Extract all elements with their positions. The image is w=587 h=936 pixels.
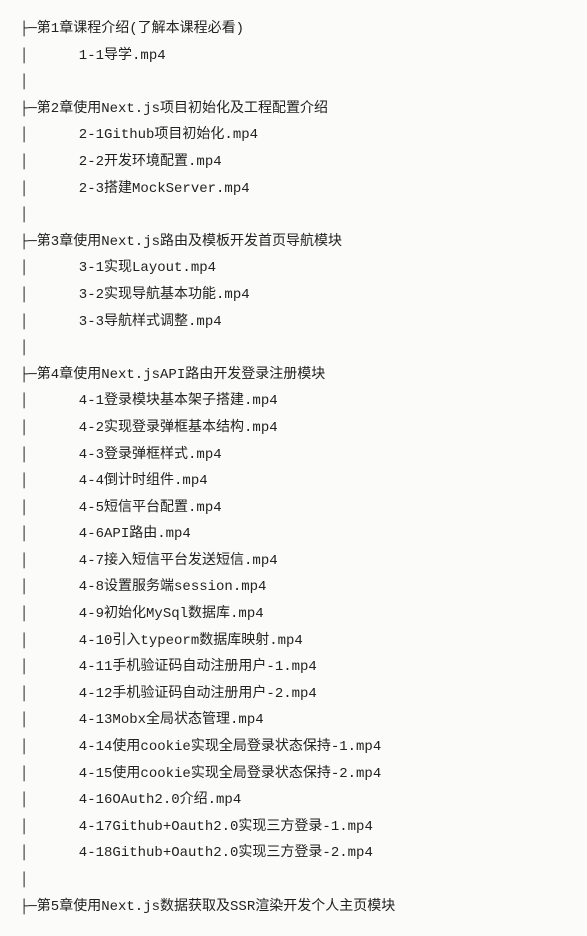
file-item: │ 2-3搭建MockServer.mp4 (20, 176, 567, 203)
file-item: │ 3-3导航样式调整.mp4 (20, 309, 567, 336)
file-item: │ 4-13Mobx全局状态管理.mp4 (20, 707, 567, 734)
file-item: │ 4-12手机验证码自动注册用户-2.mp4 (20, 681, 567, 708)
chapter-heading: ├─第1章课程介绍(了解本课程必看) (20, 16, 567, 43)
file-item: │ 4-4倒计时组件.mp4 (20, 468, 567, 495)
file-item: │ 4-8设置服务端session.mp4 (20, 574, 567, 601)
chapter-heading: ├─第3章使用Next.js路由及模板开发首页导航模块 (20, 229, 567, 256)
file-item: │ 4-14使用cookie实现全局登录状态保持-1.mp4 (20, 734, 567, 761)
tree-spacer: │ (20, 202, 567, 229)
chapter-heading: ├─第4章使用Next.jsAPI路由开发登录注册模块 (20, 362, 567, 389)
file-item: │ 3-2实现导航基本功能.mp4 (20, 282, 567, 309)
file-item: │ 4-18Github+Oauth2.0实现三方登录-2.mp4 (20, 840, 567, 867)
file-item: │ 4-3登录弹框样式.mp4 (20, 442, 567, 469)
file-item: │ 4-5短信平台配置.mp4 (20, 495, 567, 522)
tree-spacer: │ (20, 69, 567, 96)
file-item: │ 4-17Github+Oauth2.0实现三方登录-1.mp4 (20, 814, 567, 841)
file-item: │ 4-10引入typeorm数据库映射.mp4 (20, 628, 567, 655)
file-item: │ 4-2实现登录弹框基本结构.mp4 (20, 415, 567, 442)
file-item: │ 4-1登录模块基本架子搭建.mp4 (20, 388, 567, 415)
file-item: │ 3-1实现Layout.mp4 (20, 255, 567, 282)
file-item: │ 4-9初始化MySql数据库.mp4 (20, 601, 567, 628)
file-item: │ 4-16OAuth2.0介绍.mp4 (20, 787, 567, 814)
file-item: │ 4-6API路由.mp4 (20, 521, 567, 548)
file-item: │ 4-7接入短信平台发送短信.mp4 (20, 548, 567, 575)
file-item: │ 4-11手机验证码自动注册用户-1.mp4 (20, 654, 567, 681)
file-item: │ 2-1Github项目初始化.mp4 (20, 122, 567, 149)
file-item: │ 1-1导学.mp4 (20, 43, 567, 70)
tree-spacer: │ (20, 335, 567, 362)
chapter-heading: ├─第5章使用Next.js数据获取及SSR渲染开发个人主页模块 (20, 894, 567, 921)
file-item: │ 2-2开发环境配置.mp4 (20, 149, 567, 176)
directory-tree: ├─第1章课程介绍(了解本课程必看)│ 1-1导学.mp4│├─第2章使用Nex… (20, 16, 567, 920)
file-item: │ 4-15使用cookie实现全局登录状态保持-2.mp4 (20, 761, 567, 788)
tree-spacer: │ (20, 867, 567, 894)
chapter-heading: ├─第2章使用Next.js项目初始化及工程配置介绍 (20, 96, 567, 123)
